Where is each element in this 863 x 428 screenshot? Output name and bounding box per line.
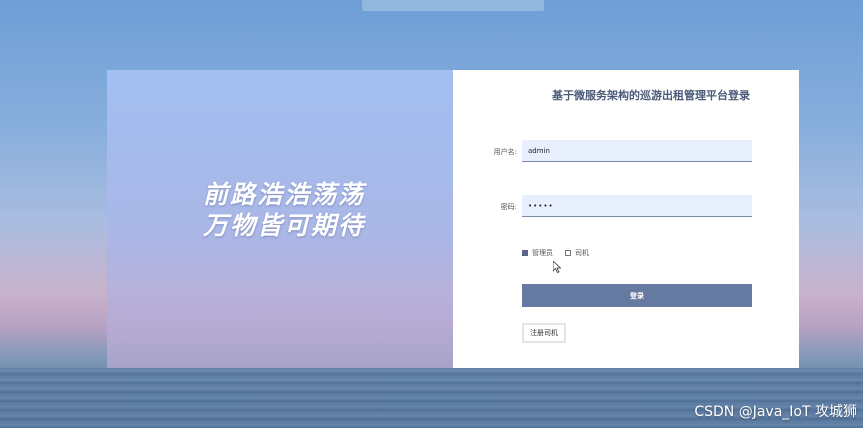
slogan-line-1: 前路浩浩荡荡: [202, 180, 365, 209]
role-option-driver[interactable]: 司机: [565, 248, 589, 258]
top-strip: [362, 0, 544, 11]
role-option-admin[interactable]: 管理员: [522, 248, 553, 258]
login-button[interactable]: 登录: [522, 284, 752, 307]
mouse-cursor-icon: [553, 261, 561, 273]
password-input[interactable]: •••••: [522, 195, 752, 217]
checkbox-unchecked-icon[interactable]: [565, 250, 571, 256]
login-title: 基于微服务架构的巡游出租管理平台登录: [552, 89, 750, 102]
watermark: CSDN @Java_IoT 攻城狮: [694, 404, 857, 420]
username-input[interactable]: admin: [522, 140, 752, 162]
slogan-line-2: 万物皆可期待: [202, 211, 365, 240]
slogan-text: 前路浩浩荡荡 万物皆可期待: [203, 179, 365, 241]
register-driver-button[interactable]: 注册司机: [522, 323, 566, 343]
role-selector: 管理员 司机: [522, 248, 589, 258]
role-label-admin: 管理员: [532, 249, 553, 257]
role-label-driver: 司机: [575, 249, 589, 257]
password-label: 密码:: [500, 203, 517, 211]
checkbox-checked-icon[interactable]: [522, 250, 528, 256]
username-label: 用户名:: [493, 148, 517, 156]
slogan-panel: 前路浩浩荡荡 万物皆可期待: [107, 70, 453, 368]
login-panel: 基于微服务架构的巡游出租管理平台登录 用户名: admin 密码: ••••• …: [453, 70, 799, 368]
